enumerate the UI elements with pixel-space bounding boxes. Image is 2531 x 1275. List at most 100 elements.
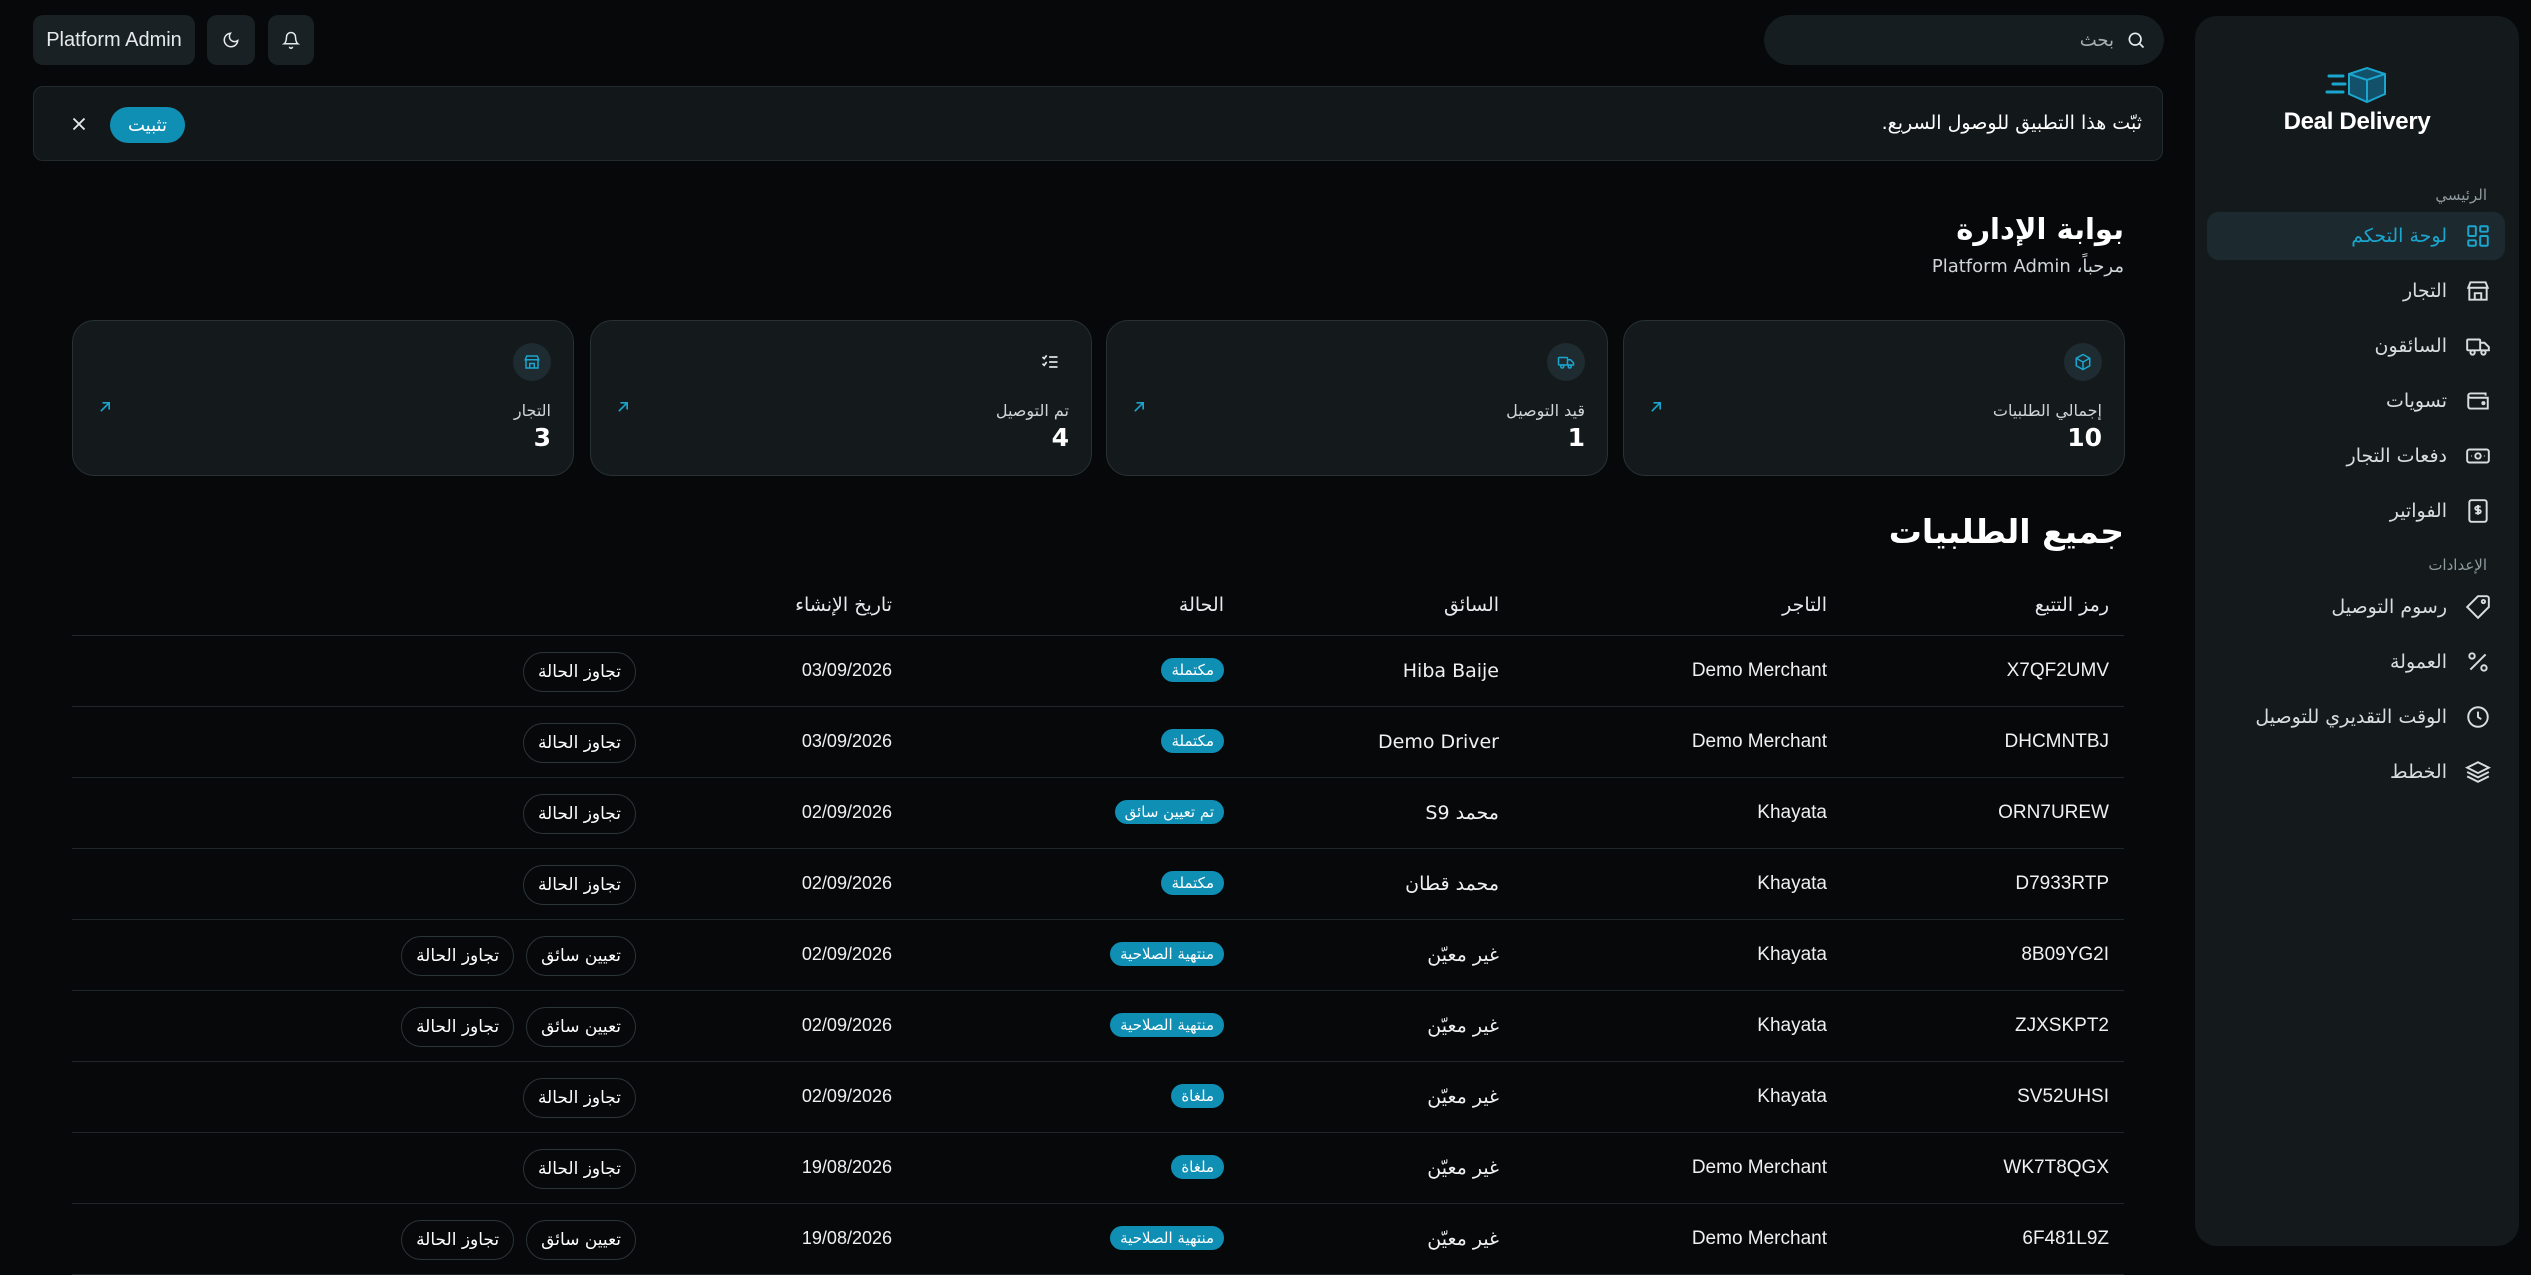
merchant-name: Demo Merchant (1691, 1228, 1827, 1249)
driver-name: غير معيّن (1427, 944, 1499, 966)
sidebar-item-plans[interactable]: الخطط (2207, 748, 2505, 796)
dashboard-icon (2465, 223, 2491, 249)
search-input[interactable] (1816, 28, 2116, 52)
stat-label: إجمالي الطلبيات (1992, 401, 2102, 420)
sidebar-item-commission[interactable]: العمولة (2207, 638, 2505, 686)
row-actions: تجاوز الحالة (522, 1149, 636, 1189)
sidebar-item-settlements[interactable]: تسويات (2207, 377, 2505, 425)
sidebar-item-label: رسوم التوصيل (2331, 596, 2447, 618)
override-status-button[interactable]: تجاوز الحالة (522, 723, 636, 763)
stat-card-merchants[interactable]: التجار 3 (72, 320, 574, 476)
theme-toggle-button[interactable] (207, 15, 255, 65)
driver-name: غير معيّن (1427, 1228, 1499, 1250)
table-row: X7QF2UMV Demo Merchant Hiba Baije مكتملة 03/… (72, 636, 2124, 707)
created-date: 19/08/2026 (801, 1157, 892, 1177)
merchant-name: Khayata (1757, 1086, 1827, 1107)
merchant-name: Demo Merchant (1691, 731, 1827, 752)
tracking-code: X7QF2UMV (2006, 660, 2109, 681)
search-icon (2126, 30, 2146, 50)
override-status-button[interactable]: تجاوز الحالة (401, 1007, 515, 1047)
moon-icon (222, 31, 240, 49)
driver-name: محمد قطان (1405, 873, 1499, 895)
stat-card-in-delivery[interactable]: قيد التوصيل 1 (1106, 320, 1608, 476)
table-header: رمز التتبع التاجر السائق الحالة تاريخ ال… (72, 580, 2124, 636)
package-icon (2064, 343, 2102, 381)
install-banner: ثبّت هذا التطبيق للوصول السريع. تثبيت (33, 86, 2163, 161)
tracking-code: DHCMNTBJ (2004, 731, 2110, 752)
tracking-code: 6F481L9Z (2022, 1228, 2109, 1249)
created-date: 02/09/2026 (801, 1086, 892, 1106)
created-date: 02/09/2026 (801, 1015, 892, 1035)
sidebar-item-label: لوحة التحكم (2351, 225, 2447, 247)
stat-card-total-orders[interactable]: إجمالي الطلبيات 10 (1623, 320, 2125, 476)
user-menu-button[interactable]: Platform Admin (33, 15, 195, 65)
created-date: 19/08/2026 (801, 1228, 892, 1248)
driver-name: Demo Driver (1378, 731, 1499, 753)
column-header-tracking: رمز التتبع (2034, 594, 2109, 616)
search-bar[interactable] (1764, 15, 2164, 65)
column-header-driver: السائق (1444, 594, 1499, 616)
sidebar-item-invoices[interactable]: الفواتير (2207, 487, 2505, 535)
sidebar-item-drivers[interactable]: السائقون (2207, 322, 2505, 370)
driver-name: غير معيّن (1427, 1015, 1499, 1037)
banknote-icon (2465, 443, 2491, 469)
table-row: 6F481L9Z Demo Merchant غير معيّن منتهية الص… (72, 1204, 2124, 1275)
created-date: 03/09/2026 (801, 660, 892, 680)
layers-icon (2465, 759, 2491, 785)
assign-driver-button[interactable]: تعيين سائق (526, 936, 636, 976)
page-title: بوابة الإدارة (1956, 212, 2124, 246)
install-button[interactable]: تثبيت (110, 107, 185, 143)
assign-driver-button[interactable]: تعيين سائق (526, 1220, 636, 1260)
tracking-code: WK7T8QGX (2003, 1157, 2109, 1178)
tracking-code: ZJXSKPT2 (2015, 1015, 2109, 1036)
status-cell: ملغاة (1171, 1084, 1224, 1108)
checklist-icon (1031, 343, 1069, 381)
sidebar-item-delivery-fees[interactable]: رسوم التوصيل (2207, 583, 2505, 631)
install-message: ثبّت هذا التطبيق للوصول السريع. (1881, 112, 2142, 134)
truck-icon (2465, 333, 2491, 359)
row-actions: تجاوز الحالة (522, 794, 636, 834)
sidebar-item-label: السائقون (2374, 335, 2447, 357)
stat-value: 10 (2067, 423, 2102, 452)
store-icon (513, 343, 551, 381)
row-actions: تجاوز الحالة (522, 865, 636, 905)
row-actions: تجاوز الحالة (522, 1078, 636, 1118)
receipt-icon (2465, 498, 2491, 524)
stat-card-delivered[interactable]: تم التوصيل 4 (590, 320, 1092, 476)
sidebar-item-eta[interactable]: الوقت التقديري للتوصيل (2207, 693, 2505, 741)
stat-value: 4 (1051, 423, 1069, 452)
row-actions: تعيين سائق تجاوز الحالة (401, 1220, 636, 1260)
store-icon (2465, 278, 2491, 304)
percent-icon (2465, 649, 2491, 675)
override-status-button[interactable]: تجاوز الحالة (522, 865, 636, 905)
table-row: WK7T8QGX Demo Merchant غير معيّن ملغاة 19/08… (72, 1133, 2124, 1204)
status-badge: ملغاة (1171, 1155, 1224, 1179)
stat-label: قيد التوصيل (1506, 401, 1585, 420)
table-row: ORN7UREW Khayata محمد S9 تم تعيين سائق 02/09… (72, 778, 2124, 849)
assign-driver-button[interactable]: تعيين سائق (526, 1007, 636, 1047)
sidebar-item-merchant-payments[interactable]: دفعات التجار (2207, 432, 2505, 480)
close-icon[interactable] (68, 113, 90, 135)
override-status-button[interactable]: تجاوز الحالة (522, 652, 636, 692)
stat-label: التجار (513, 401, 551, 420)
override-status-button[interactable]: تجاوز الحالة (401, 936, 515, 976)
status-cell: مكتملة (1161, 871, 1224, 895)
override-status-button[interactable]: تجاوز الحالة (522, 794, 636, 834)
status-cell: ملغاة (1171, 1155, 1224, 1179)
sidebar-item-dashboard[interactable]: لوحة التحكم (2207, 212, 2505, 260)
delivery-logo-icon (2325, 66, 2389, 104)
driver-name: Hiba Baije (1402, 660, 1499, 682)
override-status-button[interactable]: تجاوز الحالة (522, 1078, 636, 1118)
tracking-code: D7933RTP (2015, 873, 2109, 894)
override-status-button[interactable]: تجاوز الحالة (522, 1149, 636, 1189)
sidebar-item-merchants[interactable]: التجار (2207, 267, 2505, 315)
sidebar-item-label: الفواتير (2389, 500, 2447, 522)
created-date: 02/09/2026 (801, 873, 892, 893)
status-cell: مكتملة (1161, 729, 1224, 753)
status-badge: منتهية الصلاحية (1110, 942, 1224, 966)
status-cell: منتهية الصلاحية (1110, 942, 1224, 966)
override-status-button[interactable]: تجاوز الحالة (401, 1220, 515, 1260)
tracking-code: ORN7UREW (1998, 802, 2109, 823)
brand-name: Deal Delivery (2283, 108, 2431, 135)
notifications-button[interactable] (268, 15, 314, 65)
